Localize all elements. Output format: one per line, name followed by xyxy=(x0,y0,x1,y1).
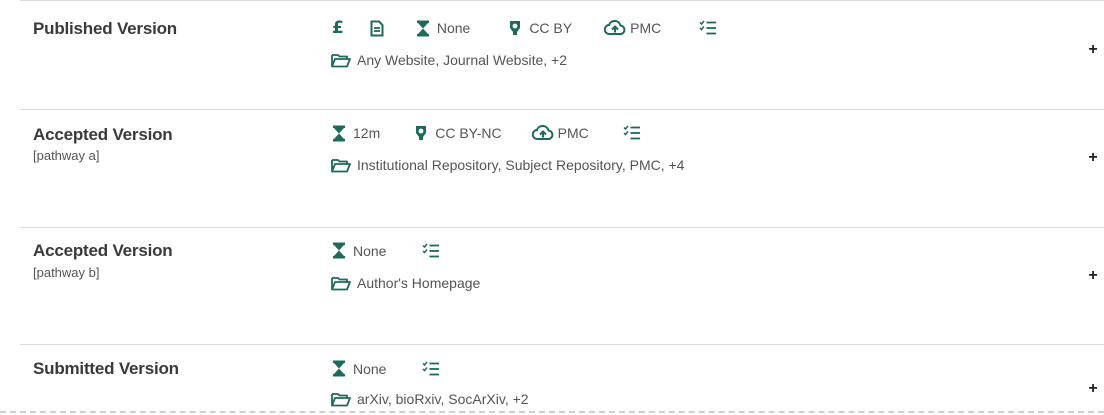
expand-button[interactable]: + xyxy=(1087,150,1099,166)
expand-button[interactable]: + xyxy=(1087,42,1099,58)
document-icon xyxy=(370,20,384,37)
row-2-attributes: 12m CC BY-NC PMC xyxy=(332,124,641,142)
version-title: Published Version xyxy=(33,19,177,38)
license-item: CC BY xyxy=(506,19,572,37)
row-2-locations: Institutional Repository, Subject Reposi… xyxy=(331,157,684,173)
license-item: CC BY-NC xyxy=(412,124,502,142)
row-3-locations: Author's Homepage xyxy=(331,275,480,291)
row-3-attributes: None xyxy=(332,242,440,259)
embargo-item: 12m xyxy=(332,125,380,142)
version-title: Accepted Version xyxy=(33,125,173,144)
folder-icon xyxy=(331,276,351,291)
expand-button[interactable]: + xyxy=(1087,268,1099,284)
checklist-icon[interactable] xyxy=(422,361,440,377)
row-1-attributes: £ None CC BY PMC xyxy=(332,18,717,38)
deposit-item: PMC xyxy=(531,125,589,141)
embargo-item: None xyxy=(416,20,470,37)
checklist-icon[interactable] xyxy=(422,243,440,259)
license-icon xyxy=(412,124,430,142)
section-bottom-border xyxy=(0,411,1104,413)
folder-icon xyxy=(331,158,351,173)
hourglass-icon xyxy=(332,125,346,142)
hourglass-icon xyxy=(332,242,346,259)
checklist-icon[interactable] xyxy=(623,125,641,141)
hourglass-icon xyxy=(416,20,430,37)
locations-label: Any Website, Journal Website, +2 xyxy=(357,52,567,68)
locations-item: Author's Homepage xyxy=(331,275,480,291)
pound-icon: £ xyxy=(332,18,344,38)
cloud-upload-icon xyxy=(531,125,554,141)
row-divider xyxy=(20,109,1104,110)
locations-item: Institutional Repository, Subject Reposi… xyxy=(331,157,684,173)
deposit-label: PMC xyxy=(630,20,662,36)
row-divider xyxy=(20,344,1104,345)
folder-icon xyxy=(331,392,351,407)
license-label: CC BY xyxy=(529,20,573,36)
checklist-icon[interactable] xyxy=(699,20,717,36)
embargo-item: None xyxy=(332,360,386,377)
version-title: Accepted Version xyxy=(33,241,173,260)
locations-item: Any Website, Journal Website, +2 xyxy=(331,52,567,68)
row-4-locations: arXiv, bioRxiv, SocArXiv, +2 xyxy=(331,391,529,407)
row-divider xyxy=(20,227,1104,228)
expand-button[interactable]: + xyxy=(1087,381,1099,397)
embargo-item: None xyxy=(332,242,386,259)
deposit-label: PMC xyxy=(557,125,589,141)
version-subtitle: [pathway b] xyxy=(33,265,100,280)
row-4-attributes: None xyxy=(332,360,440,377)
hourglass-icon xyxy=(332,360,346,377)
license-label: CC BY-NC xyxy=(435,125,502,141)
locations-label: arXiv, bioRxiv, SocArXiv, +2 xyxy=(357,391,529,407)
embargo-label: 12m xyxy=(353,125,381,141)
row-divider xyxy=(20,0,1104,1)
locations-label: Institutional Repository, Subject Reposi… xyxy=(357,157,685,173)
locations-label: Author's Homepage xyxy=(357,275,481,291)
locations-item: arXiv, bioRxiv, SocArXiv, +2 xyxy=(331,391,529,407)
version-title: Submitted Version xyxy=(33,359,179,378)
version-subtitle: [pathway a] xyxy=(33,148,100,163)
embargo-label: None xyxy=(436,20,471,36)
embargo-label: None xyxy=(353,242,387,259)
license-icon xyxy=(506,19,524,37)
deposit-item: PMC xyxy=(604,20,661,36)
row-1-locations: Any Website, Journal Website, +2 xyxy=(331,52,567,68)
embargo-label: None xyxy=(353,360,387,377)
folder-icon xyxy=(331,53,351,68)
cloud-upload-icon xyxy=(604,20,626,36)
